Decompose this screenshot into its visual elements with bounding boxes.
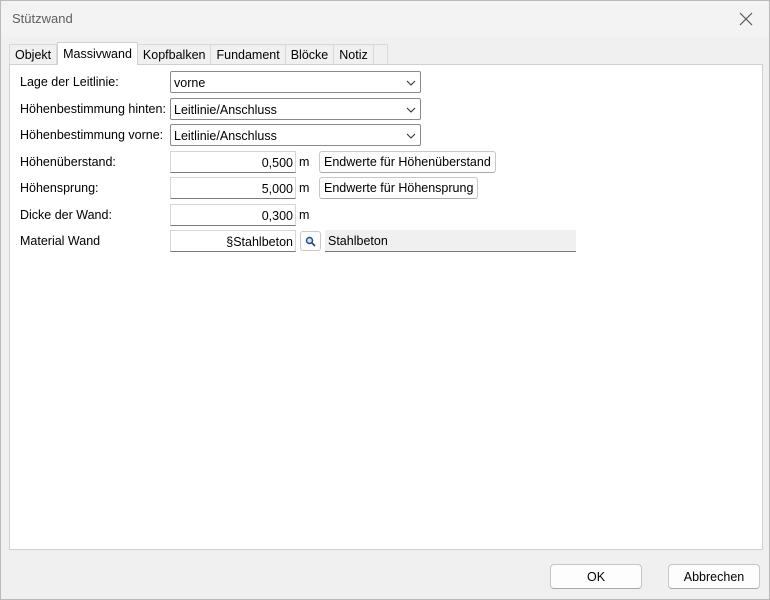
hoehe-hinten-select[interactable]: Leitlinie/Anschluss (170, 98, 421, 120)
material-label: Material Wand (20, 234, 101, 248)
row-hoehensprung: Höhensprung: 5,000 m Endwerte für Höhens… (10, 177, 762, 201)
lage-value: vorne (174, 76, 206, 90)
chevron-down-icon (406, 107, 416, 113)
lage-select[interactable]: vorne (170, 71, 421, 93)
tab-bar: Objekt Massivwand Kopfbalken Fundament B… (9, 42, 388, 65)
hoehenueberstand-unit: m (299, 155, 310, 169)
lage-label: Lage der Leitlinie: (20, 75, 119, 89)
hoehensprung-value: 5,000 (261, 182, 293, 196)
hoehe-hinten-value: Leitlinie/Anschluss (174, 103, 277, 117)
tab-massivwand[interactable]: Massivwand (57, 42, 138, 65)
material-display-value: Stahlbeton (328, 234, 388, 248)
material-display: Stahlbeton (325, 230, 576, 252)
chevron-down-icon (406, 80, 416, 86)
tab-notiz[interactable]: Notiz (334, 44, 374, 65)
hoehe-hinten-label: Höhenbestimmung hinten: (20, 102, 166, 116)
tab-spacer (373, 44, 388, 65)
dicke-value: 0,300 (261, 209, 293, 223)
hoehe-vorne-select[interactable]: Leitlinie/Anschluss (170, 124, 421, 146)
hoehe-vorne-value: Leitlinie/Anschluss (174, 129, 277, 143)
magnifier-icon (305, 236, 316, 247)
tab-bloecke[interactable]: Blöcke (285, 44, 335, 65)
row-hoehenueberstand: Höhenüberstand: 0,500 m Endwerte für Höh… (10, 151, 762, 175)
hoehe-vorne-label: Höhenbestimmung vorne: (20, 128, 164, 142)
cancel-button[interactable]: Abbrechen (668, 564, 760, 589)
hoehensprung-label: Höhensprung: (20, 181, 99, 195)
material-input[interactable]: §Stahlbeton (170, 230, 296, 252)
tab-kopfbalken[interactable]: Kopfbalken (137, 44, 212, 65)
hoehensprung-input[interactable]: 5,000 (170, 177, 296, 199)
window-title: Stützwand (12, 11, 73, 26)
tab-panel-massivwand: Lage der Leitlinie: vorne Höhenbestimmun… (9, 64, 763, 550)
hoehenueberstand-input[interactable]: 0,500 (170, 151, 296, 173)
hoehenueberstand-value: 0,500 (261, 156, 293, 170)
tab-objekt[interactable]: Objekt (9, 44, 58, 65)
row-dicke: Dicke der Wand: 0,300 m (10, 204, 762, 228)
close-icon (739, 12, 753, 26)
tab-fundament[interactable]: Fundament (211, 44, 286, 65)
dicke-label: Dicke der Wand: (20, 208, 112, 222)
row-hoehe-hinten: Höhenbestimmung hinten: Leitlinie/Anschl… (10, 98, 762, 122)
endwerte-hoehensprung-button[interactable]: Endwerte für Höhensprung (319, 177, 479, 199)
row-lage: Lage der Leitlinie: vorne (10, 71, 762, 95)
material-value: §Stahlbeton (226, 235, 293, 249)
close-button[interactable] (723, 1, 769, 37)
dicke-input[interactable]: 0,300 (170, 204, 296, 226)
title-bar: Stützwand (1, 1, 769, 37)
hoehensprung-unit: m (299, 181, 310, 195)
hoehenueberstand-label: Höhenüberstand: (20, 155, 116, 169)
dicke-unit: m (299, 208, 310, 222)
endwerte-hoehenueberstand-button[interactable]: Endwerte für Höhenüberstand (319, 151, 496, 173)
material-lookup-button[interactable] (300, 231, 321, 251)
stuetzwand-dialog: Stützwand Objekt Massivwand Kopfbalken F… (0, 0, 770, 600)
ok-button[interactable]: OK (550, 564, 642, 589)
row-material: Material Wand §Stahlbeton Stahlbeton (10, 230, 762, 254)
chevron-down-icon (406, 133, 416, 139)
row-hoehe-vorne: Höhenbestimmung vorne: Leitlinie/Anschlu… (10, 124, 762, 148)
